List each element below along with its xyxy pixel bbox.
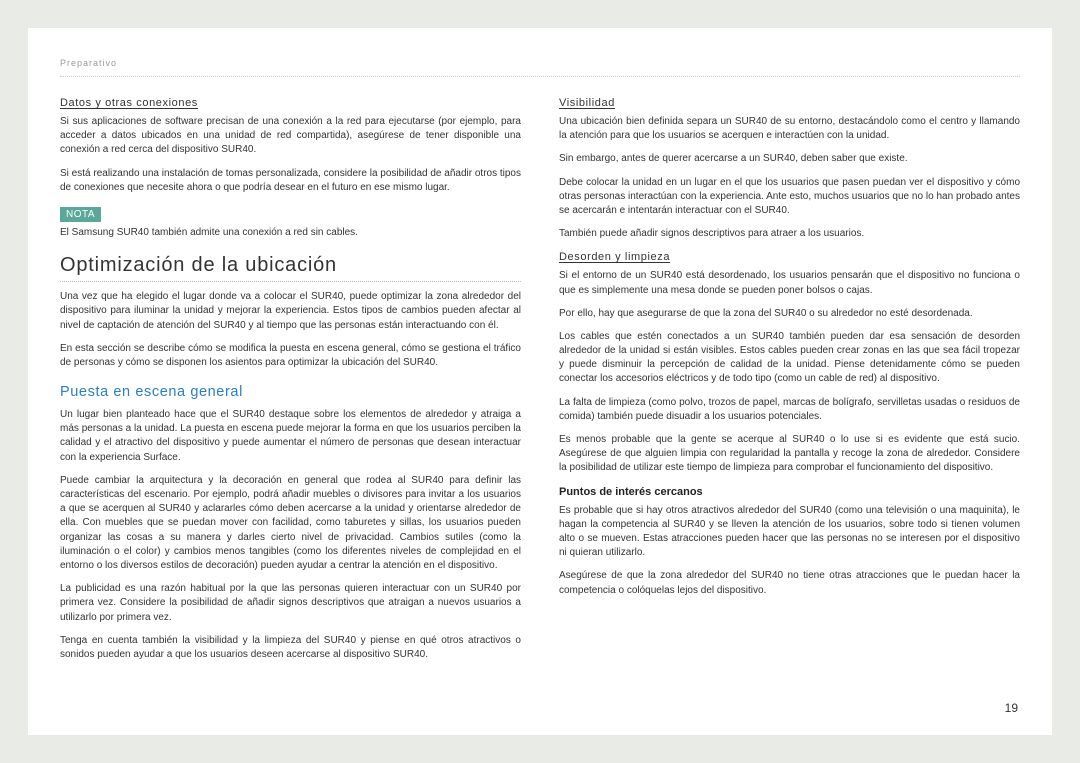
content-columns: Datos y otras conexiones Si sus aplicaci… [60, 95, 1020, 671]
paragraph: Sin embargo, antes de querer acercarse a… [559, 152, 1020, 166]
paragraph: Tenga en cuenta también la visibilidad y… [60, 634, 521, 662]
heading-datos: Datos y otras conexiones [60, 97, 521, 109]
section-header: Preparativo [60, 58, 1020, 77]
paragraph: Una vez que ha elegido el lugar donde va… [60, 290, 521, 333]
heading-desorden: Desorden y limpieza [559, 251, 1020, 263]
divider [60, 281, 521, 282]
paragraph: Debe colocar la unidad en un lugar en el… [559, 176, 1020, 219]
paragraph: La publicidad es una razón habitual por … [60, 582, 521, 625]
left-column: Datos y otras conexiones Si sus aplicaci… [60, 95, 521, 671]
heading-puntos: Puntos de interés cercanos [559, 486, 1020, 498]
right-column: Visibilidad Una ubicación bien definida … [559, 95, 1020, 671]
paragraph: Los cables que estén conectados a un SUR… [559, 330, 1020, 387]
paragraph: Por ello, hay que asegurarse de que la z… [559, 307, 1020, 321]
paragraph: Un lugar bien planteado hace que el SUR4… [60, 408, 521, 465]
paragraph: También puede añadir signos descriptivos… [559, 227, 1020, 241]
paragraph: Es probable que si hay otros atractivos … [559, 504, 1020, 561]
paragraph: En esta sección se describe cómo se modi… [60, 342, 521, 370]
page-number: 19 [1005, 701, 1018, 715]
heading-puesta: Puesta en escena general [60, 384, 521, 400]
paragraph: Si está realizando una instalación de to… [60, 167, 521, 195]
heading-optimizacion: Optimización de la ubicación [60, 254, 521, 277]
paragraph: Si el entorno de un SUR40 está desordena… [559, 269, 1020, 297]
note-text: El Samsung SUR40 también admite una cone… [60, 226, 521, 240]
paragraph: Una ubicación bien definida separa un SU… [559, 115, 1020, 143]
paragraph: La falta de limpieza (como polvo, trozos… [559, 396, 1020, 424]
paragraph: Asegúrese de que la zona alrededor del S… [559, 569, 1020, 597]
paragraph: Es menos probable que la gente se acerqu… [559, 433, 1020, 476]
paragraph: Si sus aplicaciones de software precisan… [60, 115, 521, 158]
document-page: Preparativo Datos y otras conexiones Si … [28, 28, 1052, 735]
heading-visibilidad: Visibilidad [559, 97, 1020, 109]
note-badge: NOTA [60, 207, 101, 222]
paragraph: Puede cambiar la arquitectura y la decor… [60, 474, 521, 573]
